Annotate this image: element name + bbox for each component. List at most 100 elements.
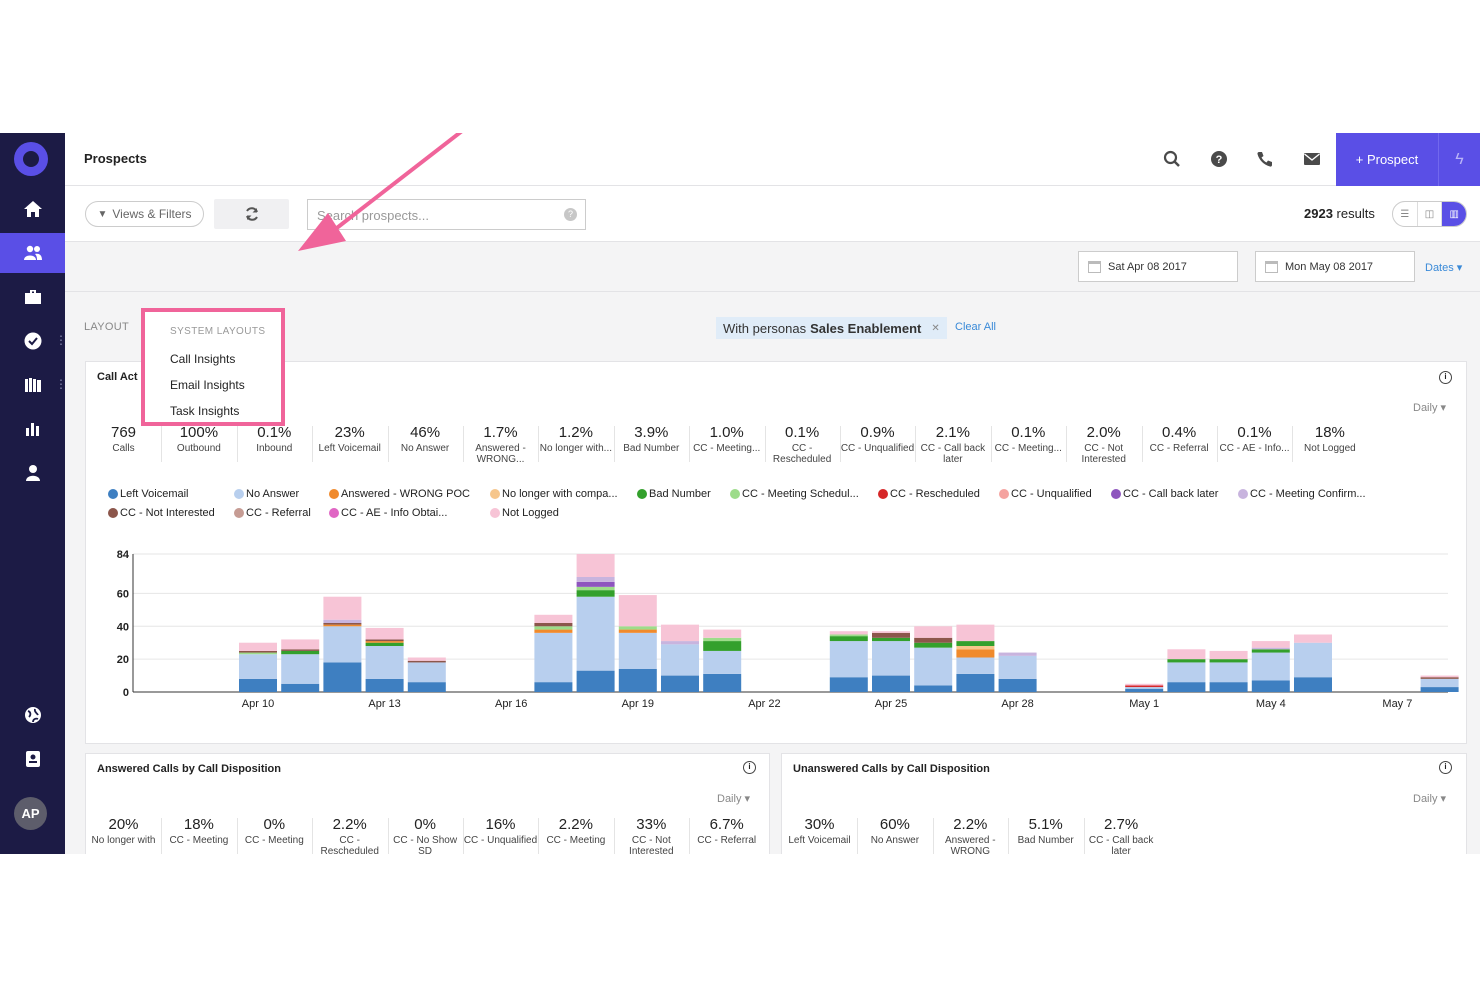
- stat-value: 2.2%: [332, 816, 367, 833]
- svg-text:?: ?: [1216, 154, 1223, 166]
- menu-header: SYSTEM LAYOUTS: [170, 326, 266, 337]
- split-view-icon[interactable]: ◫: [1418, 202, 1443, 226]
- views-filters-button[interactable]: ▼ Views & Filters: [85, 201, 204, 227]
- info-icon[interactable]: i: [1439, 371, 1452, 384]
- bar-segment: [534, 626, 573, 630]
- stat-label: CC - Rescheduled: [772, 443, 832, 465]
- top-bar: Prospects ? + Prospect ϟ: [65, 133, 1480, 186]
- stat-label: No Answer: [870, 835, 920, 846]
- legend-item[interactable]: Answered - WRONG POC: [329, 488, 470, 500]
- legend-label: CC - Referral: [246, 507, 311, 519]
- end-date-input[interactable]: Mon May 08 2017: [1255, 251, 1415, 282]
- bar-segment: [618, 632, 657, 669]
- stat-10: 0.9% CC - Unqualified: [840, 424, 915, 454]
- bar-segment: [1420, 678, 1459, 688]
- outreach-logo[interactable]: [14, 142, 48, 176]
- search-help-icon[interactable]: ?: [564, 208, 577, 221]
- legend-item[interactable]: CC - Referral: [234, 507, 311, 519]
- bar-segment: [407, 662, 446, 683]
- bar-segment: [281, 650, 320, 655]
- contacts-icon[interactable]: [0, 739, 65, 779]
- stat-divider: [990, 426, 992, 462]
- legend-item[interactable]: No Answer: [234, 488, 299, 500]
- stat-label: CC - Referral: [697, 835, 757, 846]
- search-icon[interactable]: [1163, 150, 1181, 168]
- period-dropdown[interactable]: Daily ▾: [1413, 792, 1446, 805]
- help-icon[interactable]: ?: [1210, 150, 1228, 168]
- bar-segment: [914, 685, 953, 692]
- stat-value: 0%: [414, 816, 436, 833]
- clear-all-link[interactable]: Clear All: [955, 321, 996, 333]
- card-title: Unanswered Calls by Call Disposition: [793, 763, 990, 775]
- legend-swatch: [1238, 489, 1248, 499]
- home-icon[interactable]: [0, 189, 65, 229]
- bar-segment: [365, 641, 404, 643]
- legend-swatch: [108, 489, 118, 499]
- bar-segment: [956, 657, 995, 674]
- bar-segment: [1125, 683, 1164, 686]
- legend-item[interactable]: No longer with compa...: [490, 488, 618, 500]
- person-icon[interactable]: [0, 453, 65, 493]
- stat-value: 2.2%: [953, 816, 988, 833]
- add-prospect-button[interactable]: + Prospect: [1336, 133, 1438, 186]
- info-icon[interactable]: i: [1439, 761, 1452, 774]
- stat-9: 0.1% CC - Rescheduled: [765, 424, 840, 465]
- legend-item[interactable]: CC - Meeting Confirm...: [1238, 488, 1366, 500]
- legend-item[interactable]: Left Voicemail: [108, 488, 188, 500]
- stat-label: CC - Not Interested: [1081, 443, 1126, 465]
- mail-icon[interactable]: [1303, 150, 1321, 168]
- legend-item[interactable]: Not Logged: [490, 507, 559, 519]
- stat-label: Answered - WRONG: [945, 835, 996, 854]
- prospects-icon[interactable]: [0, 233, 65, 273]
- menu-item-email-insights[interactable]: Email Insights: [170, 378, 245, 392]
- reports-icon[interactable]: [0, 409, 65, 449]
- stat-divider: [463, 426, 464, 462]
- stat-value: 2.0%: [1086, 424, 1121, 441]
- briefcase-icon[interactable]: [0, 277, 65, 317]
- legend-swatch: [234, 508, 244, 518]
- period-dropdown[interactable]: Daily ▾: [1413, 401, 1446, 414]
- legend-item[interactable]: CC - Not Interested: [108, 507, 215, 519]
- start-date-input[interactable]: Sat Apr 08 2017: [1078, 251, 1238, 282]
- bar-segment: [1125, 688, 1164, 692]
- stat-value: 33%: [636, 816, 667, 833]
- stat-label: CC - Call back later: [1088, 835, 1154, 854]
- chart-view-icon[interactable]: ▥: [1442, 202, 1466, 226]
- menu-item-call-insights[interactable]: Call Insights: [170, 352, 235, 366]
- x-tick-label: Apr 28: [1001, 698, 1033, 710]
- refresh-icon: [245, 207, 258, 221]
- bar-segment: [239, 642, 277, 651]
- bolt-icon[interactable]: ϟ: [1438, 133, 1480, 186]
- legend-item[interactable]: CC - Meeting Schedul...: [730, 488, 859, 500]
- stat-0: 769 Calls: [86, 424, 161, 454]
- period-dropdown[interactable]: Daily ▾: [717, 792, 750, 805]
- search-input[interactable]: Search prospects...?: [307, 199, 586, 230]
- bar-segment: [1209, 682, 1248, 692]
- info-icon[interactable]: i: [743, 761, 756, 774]
- dates-dropdown[interactable]: Dates ▾: [1425, 261, 1462, 274]
- avatar[interactable]: AP: [14, 797, 47, 830]
- legend-item[interactable]: CC - AE - Info Obtai...: [329, 507, 447, 519]
- legend-item[interactable]: CC - Unqualified: [999, 488, 1092, 500]
- legend-item[interactable]: CC - Rescheduled: [878, 488, 980, 500]
- stat-1: 60% No Answer: [857, 816, 932, 846]
- legend-item[interactable]: CC - Call back later: [1111, 488, 1218, 500]
- remove-filter-icon[interactable]: ✕: [931, 323, 939, 334]
- stat-5: 1.7% Answered - WRONG...: [463, 424, 538, 465]
- phone-icon[interactable]: [1256, 150, 1274, 168]
- tasks-more-icon[interactable]: ⋮: [55, 334, 67, 346]
- legend-item[interactable]: Bad Number: [637, 488, 711, 500]
- calendar-icon: [1088, 260, 1101, 273]
- list-view-icon[interactable]: ☰: [1393, 202, 1418, 226]
- x-tick-label: Apr 19: [622, 698, 654, 710]
- globe-icon[interactable]: [0, 695, 65, 735]
- bar-segment: [239, 678, 277, 692]
- bar-segment: [1420, 687, 1459, 692]
- legend-swatch: [234, 489, 244, 499]
- results-count: 2923 results: [1304, 206, 1375, 221]
- library-more-icon[interactable]: ⋮: [55, 378, 67, 390]
- refresh-button[interactable]: [214, 199, 289, 229]
- legend-label: CC - Meeting Schedul...: [742, 488, 859, 500]
- menu-item-task-insights[interactable]: Task Insights: [170, 404, 239, 418]
- stat-2: 2.2% Answered - WRONG: [933, 816, 1008, 854]
